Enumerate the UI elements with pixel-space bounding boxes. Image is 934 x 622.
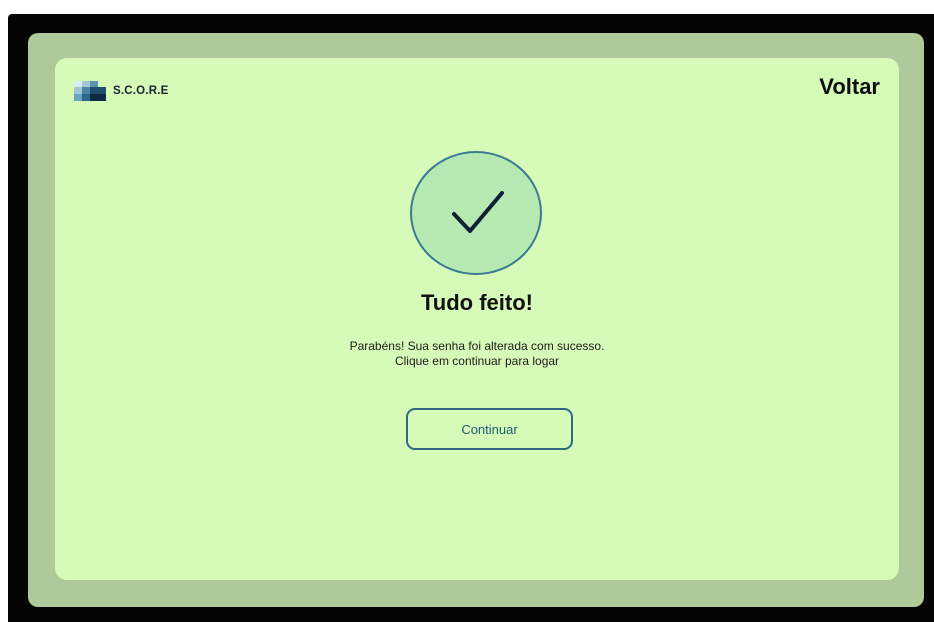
page-title: Tudo feito! [421,290,533,315]
brand-logo[interactable]: S.C.O.R.E [74,81,168,101]
success-message-line2: Clique em continuar para logar [394,354,560,368]
success-badge [410,151,542,275]
brand-name: S.C.O.R.E [113,85,169,97]
checkmark-icon [452,191,504,233]
pixel-blocks-logo-icon [74,81,106,101]
success-card: S.C.O.R.E Voltar Tudo feito! Parabéns! S… [55,58,899,580]
success-message-line1: Parabéns! Sua senha foi alterada com suc… [349,339,605,353]
continue-button[interactable]: Continuar [406,408,573,450]
back-link[interactable]: Voltar [819,74,880,100]
